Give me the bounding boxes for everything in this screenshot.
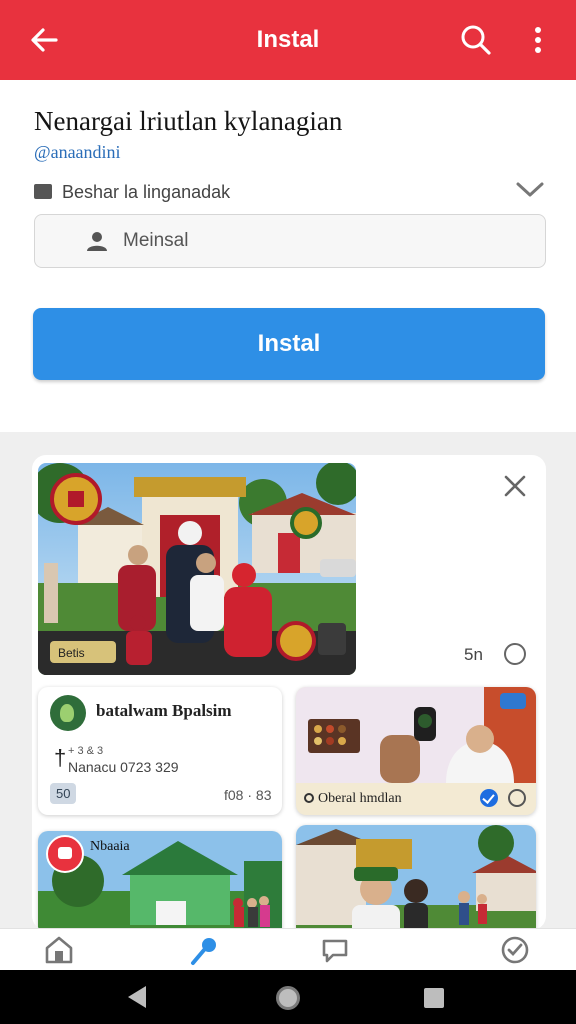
hero-image[interactable]: Betis bbox=[38, 463, 356, 675]
name-input[interactable] bbox=[123, 223, 503, 259]
media-card[interactable]: Nbaaia bbox=[38, 831, 282, 930]
more-vertical-icon[interactable] bbox=[524, 24, 552, 56]
install-form: Nenargai lriutlan kylanagian @anaandini … bbox=[0, 80, 576, 432]
microphone-icon[interactable] bbox=[188, 933, 222, 967]
close-icon[interactable] bbox=[502, 473, 528, 499]
search-icon[interactable] bbox=[458, 22, 494, 58]
folder-icon bbox=[34, 184, 52, 199]
account-handle-link[interactable]: @anaandini bbox=[34, 142, 121, 163]
system-recents-icon[interactable] bbox=[424, 988, 444, 1008]
media-card-label: Nbaaia bbox=[90, 839, 130, 854]
hero-count: 5n bbox=[464, 645, 483, 664]
system-back-icon[interactable] bbox=[128, 986, 146, 1008]
cross-icon: † bbox=[54, 745, 67, 770]
app-logo-icon bbox=[50, 695, 86, 731]
media-card-image bbox=[296, 687, 536, 783]
app-card[interactable]: batalwam Bpalsim † + 3 & 3 Nanacu 0723 3… bbox=[38, 687, 282, 815]
system-home-icon[interactable] bbox=[276, 986, 300, 1010]
option-label[interactable]: Beshar la linganadak bbox=[62, 182, 230, 203]
clock-icon[interactable] bbox=[508, 789, 526, 807]
hero-sign-text: Betis bbox=[58, 646, 85, 660]
media-card-label: Oberal hmdlan bbox=[318, 791, 402, 806]
chat-icon[interactable] bbox=[318, 933, 352, 967]
app-info: Nanacu 0723 329 bbox=[68, 759, 179, 775]
status-badge: 50 bbox=[50, 783, 77, 804]
chevron-down-icon[interactable] bbox=[514, 176, 546, 202]
location-icon bbox=[304, 793, 314, 803]
media-card[interactable] bbox=[296, 825, 536, 930]
home-icon[interactable] bbox=[42, 933, 76, 967]
app-name: batalwam Bpalsim bbox=[96, 701, 232, 720]
form-heading: Nenargai lriutlan kylanagian bbox=[34, 106, 343, 136]
verified-check-icon bbox=[480, 789, 498, 807]
name-field bbox=[34, 214, 546, 268]
system-navigation-bar bbox=[0, 970, 576, 1024]
media-card-image bbox=[296, 825, 536, 930]
app-meta: f08 · 83 bbox=[224, 787, 272, 803]
bottom-navigation bbox=[0, 928, 576, 970]
app-subtitle: + 3 & 3 bbox=[68, 745, 104, 757]
app-bar: Instal bbox=[0, 0, 576, 80]
person-icon bbox=[87, 232, 107, 251]
feed-panel: Betis 5n batalwam Bpalsim † + 3 & 3 Nana… bbox=[32, 455, 546, 930]
install-button[interactable]: Instal bbox=[33, 308, 545, 380]
info-icon[interactable] bbox=[504, 643, 526, 665]
media-card[interactable]: Oberal hmdlan bbox=[296, 687, 536, 815]
channel-avatar-icon[interactable] bbox=[46, 835, 84, 873]
check-badge-icon[interactable] bbox=[498, 933, 532, 967]
